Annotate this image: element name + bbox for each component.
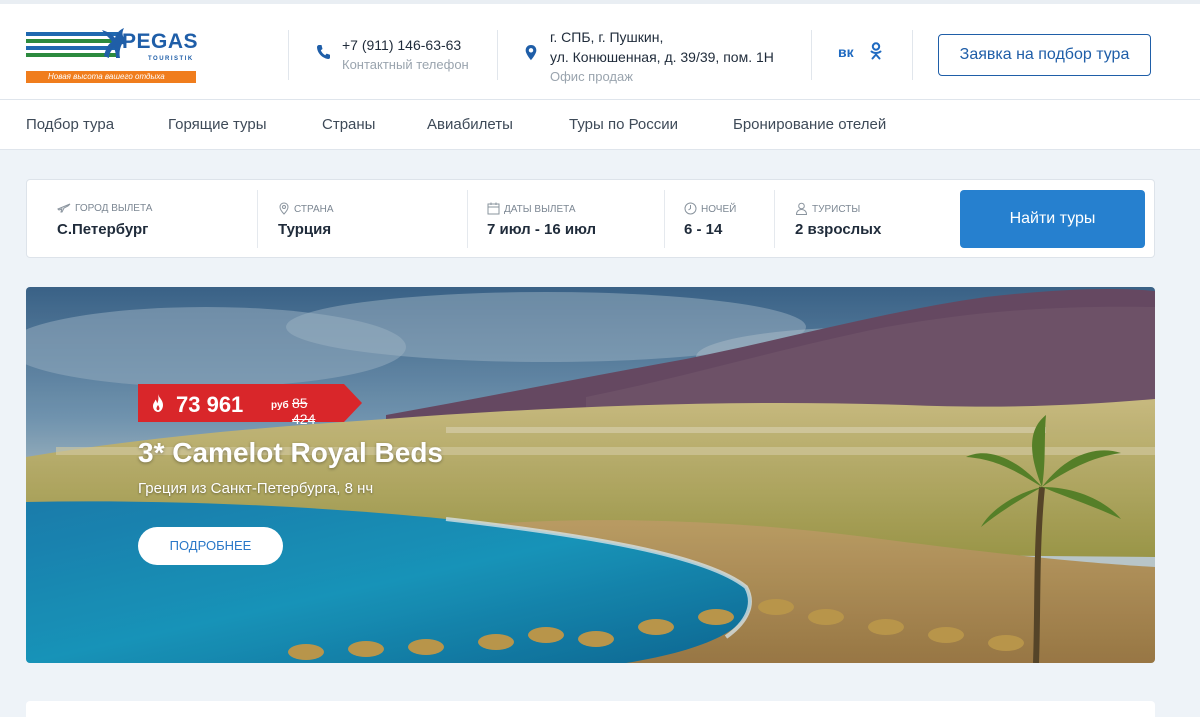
tourists-value: 2 взрослых <box>795 221 882 238</box>
dates-value: 7 июл - 16 июл <box>487 221 597 238</box>
calendar-icon <box>487 202 500 215</box>
country-label: Страна <box>278 202 334 215</box>
logo-sub: TOURISTIK <box>148 56 194 62</box>
old-price: 85 424 <box>292 395 316 427</box>
tour-request-button[interactable]: Заявка на подбор тура <box>938 34 1151 76</box>
plane-icon <box>57 203 71 213</box>
currency: руб <box>271 400 289 411</box>
nav-air-tickets[interactable]: Авиабилеты <box>427 116 513 133</box>
location-pin-icon <box>525 45 537 61</box>
current-price: 73 961 <box>176 392 244 417</box>
divider <box>811 30 812 80</box>
clock-icon <box>684 202 697 215</box>
hotel-title[interactable]: 3* Camelot Royal Beds <box>138 437 443 469</box>
divider <box>664 190 665 248</box>
dates-label: Даты вылета <box>487 202 576 215</box>
divider <box>288 30 289 80</box>
divider <box>467 190 468 248</box>
site-header: PEGAS TOURISTIK Новая высота вашего отды… <box>0 0 1200 100</box>
hotel-subtitle: Греция из Санкт-Петербурга, 8 нч <box>138 480 374 497</box>
content-card <box>26 701 1155 717</box>
divider <box>257 190 258 248</box>
logo-slogan: Новая высота вашего отдыха <box>26 71 196 83</box>
tourists-label: Туристы <box>795 202 860 215</box>
odnoklassniki-icon[interactable] <box>870 42 882 64</box>
tour-search-form: Город вылета С.Петербург Страна Турция Д… <box>26 179 1155 258</box>
phone-contact[interactable]: +7 (911) 146-63-63 Контактный телефон <box>316 36 469 74</box>
hero-banner[interactable]: 73 961 руб 85 424 3* Camelot Royal Beds … <box>26 287 1155 663</box>
main-nav: Подбор тура Горящие туры Страны Авиабиле… <box>0 100 1200 150</box>
office-contact: г. СПБ, г. Пушкин, ул. Конюшенная, д. 39… <box>524 28 774 86</box>
nights-value: 6 - 14 <box>684 221 723 238</box>
fire-icon <box>153 394 163 412</box>
divider <box>774 190 775 248</box>
social-links: вк <box>836 42 896 64</box>
nav-hot-tours[interactable]: Горящие туры <box>168 116 266 133</box>
country-value: Турция <box>278 221 332 238</box>
departure-city-label: Город вылета <box>57 202 152 214</box>
user-icon <box>795 202 808 215</box>
departure-city-value: С.Петербург <box>57 221 149 238</box>
office-label: Офис продаж <box>550 69 633 84</box>
divider <box>497 30 498 80</box>
hero-photo <box>26 287 1155 663</box>
find-tours-button[interactable]: Найти туры <box>960 190 1145 248</box>
map-pin-icon <box>279 202 289 215</box>
nights-label: Ночей <box>684 202 736 215</box>
office-line2: ул. Конюшенная, д. 39/39, пом. 1Н <box>550 49 774 65</box>
phone-number[interactable]: +7 (911) 146-63-63 <box>342 36 469 55</box>
logo-brand: PEGAS <box>122 30 199 53</box>
more-details-button[interactable]: ПОДРОБНЕЕ <box>138 527 283 565</box>
phone-label: Контактный телефон <box>342 57 469 72</box>
nav-countries[interactable]: Страны <box>322 116 375 133</box>
phone-icon <box>317 45 330 60</box>
pegas-logo[interactable]: PEGAS TOURISTIK Новая высота вашего отды… <box>26 26 198 84</box>
price-tag-shape <box>138 384 362 422</box>
divider <box>912 30 913 80</box>
nav-russia-tours[interactable]: Туры по России <box>569 116 678 133</box>
nav-tour-selection[interactable]: Подбор тура <box>26 116 114 133</box>
nav-hotel-booking[interactable]: Бронирование отелей <box>733 116 886 133</box>
office-line1: г. СПБ, г. Пушкин, <box>550 29 664 45</box>
vk-icon[interactable]: вк <box>838 44 854 60</box>
